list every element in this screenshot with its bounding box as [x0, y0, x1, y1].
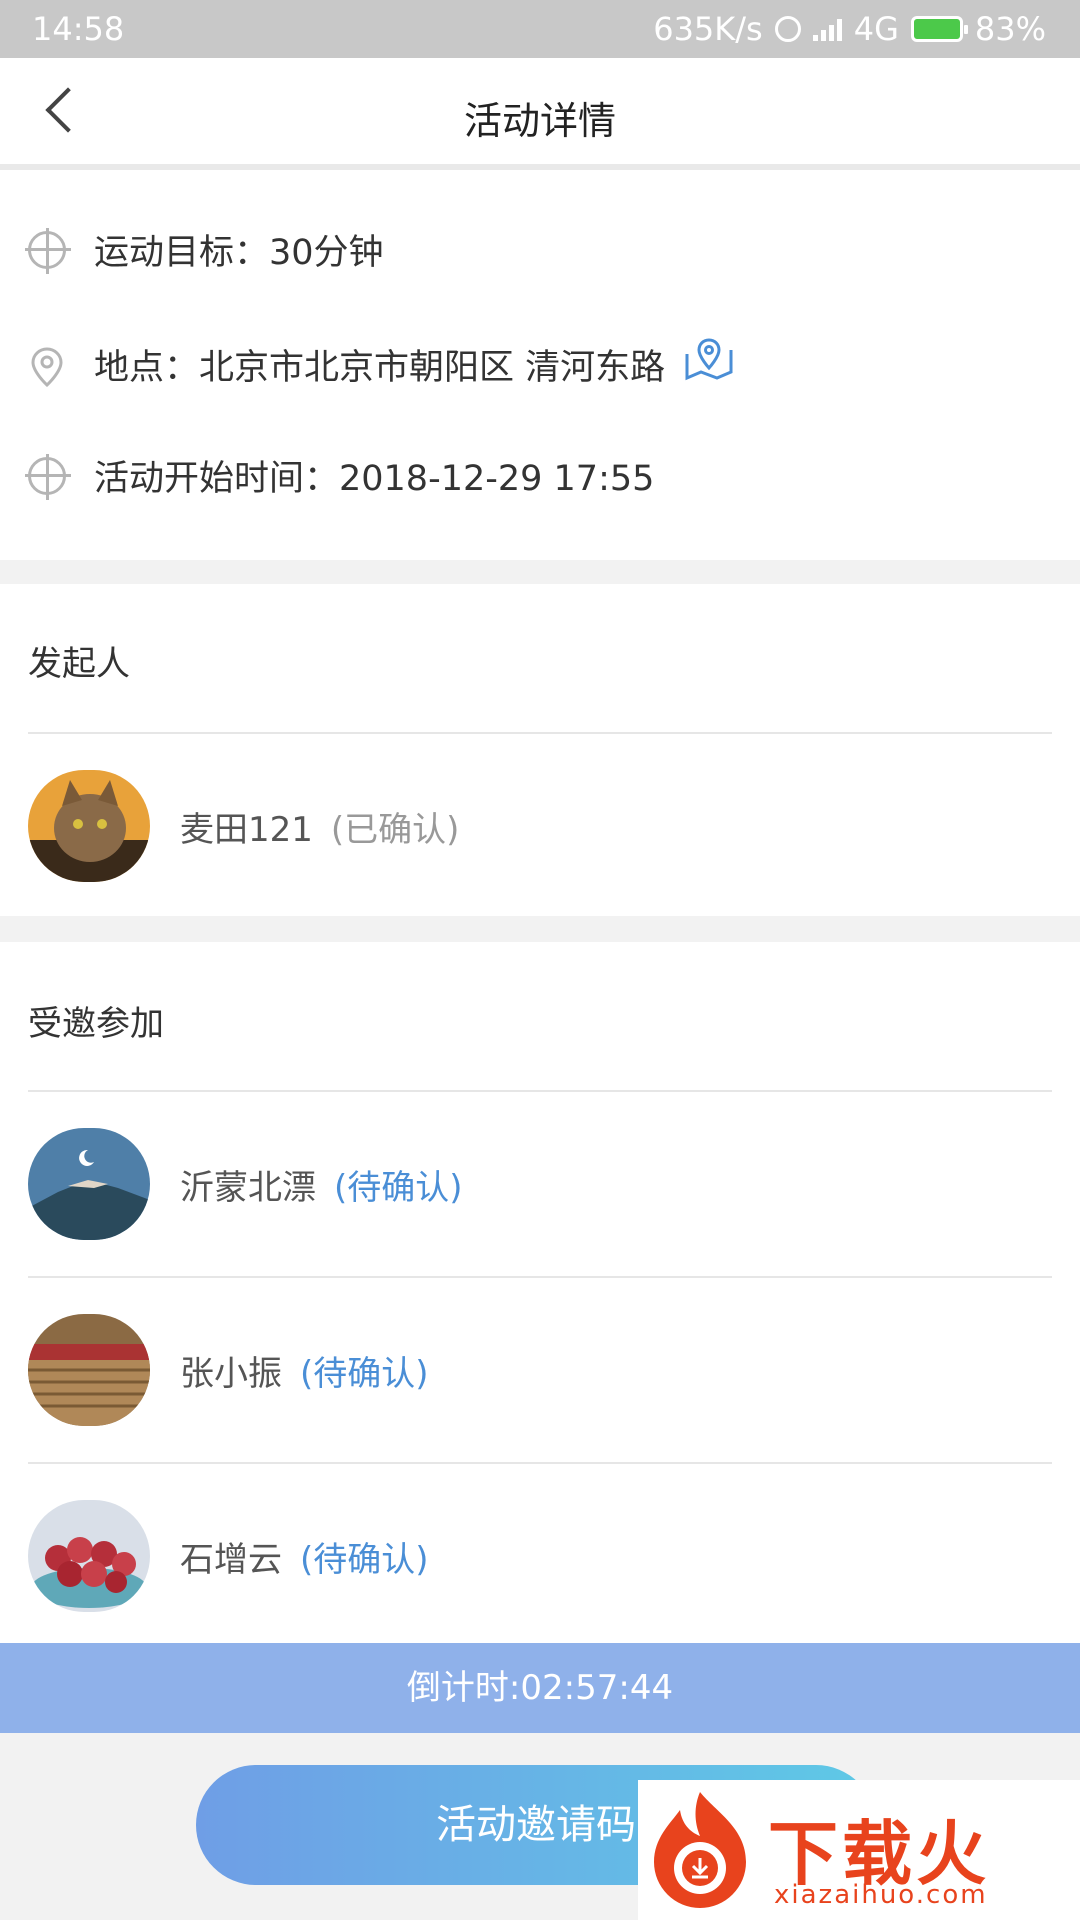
status-right: 635K/s 4G 83% — [653, 10, 1046, 48]
status-bar: 14:58 635K/s 4G 83% — [0, 0, 1080, 58]
map-icon[interactable] — [683, 338, 735, 391]
avatar — [28, 1128, 150, 1240]
signal-icon — [812, 17, 842, 41]
page-title: 活动详情 — [463, 99, 616, 143]
divider — [28, 1462, 1052, 1464]
activity-info: 运动目标：30分钟 地点：北京市北京市朝阳区 清河东路 活动开始时间：2018-… — [0, 170, 1080, 560]
status-time: 14:58 — [32, 10, 125, 48]
list-item[interactable]: 沂蒙北漂 (待确认) — [28, 1128, 463, 1240]
status-badge: (待确认) — [300, 1353, 429, 1394]
start-time-text: 活动开始时间：2018-12-29 17:55 — [94, 459, 655, 499]
list-item[interactable]: 石增云 (待确认) — [28, 1500, 429, 1612]
watermark-url: xiazaihuo.com — [774, 1880, 988, 1910]
invitee-name: 石增云 — [180, 1539, 282, 1580]
network-speed: 635K/s — [653, 10, 763, 48]
invitee-name: 张小振 — [180, 1353, 282, 1394]
location-text: 地点：北京市北京市朝阳区 清河东路 — [94, 348, 666, 388]
invitee-name: 沂蒙北漂 — [180, 1167, 316, 1208]
status-badge: (已确认) — [330, 809, 460, 850]
initiator-name: 麦田121 — [180, 809, 313, 850]
clock-target-icon — [25, 453, 71, 500]
countdown-bar: 倒计时:02:57:44 — [0, 1643, 1080, 1733]
alarm-icon — [774, 16, 801, 42]
goal-row: 运动目标：30分钟 — [25, 224, 384, 275]
initiator-title: 发起人 — [28, 644, 130, 684]
location-pin-icon — [28, 346, 66, 387]
initiator-row[interactable]: 麦田121 (已确认) — [28, 770, 459, 882]
list-item[interactable]: 张小振 (待确认) — [28, 1314, 429, 1426]
status-badge: (待确认) — [334, 1167, 463, 1208]
flame-logo-icon — [654, 1792, 746, 1908]
watermark: 下载火 xiazaihuo.com — [638, 1780, 1080, 1920]
target-icon — [25, 227, 71, 274]
avatar — [28, 1314, 150, 1426]
initiator-section: 发起人 麦田121 (已确认) — [0, 584, 1080, 916]
start-time-row: 活动开始时间：2018-12-29 17:55 — [25, 450, 655, 501]
divider — [28, 732, 1052, 734]
divider — [28, 1090, 1052, 1092]
divider — [28, 1276, 1052, 1278]
avatar — [28, 770, 150, 882]
network-type: 4G — [853, 10, 899, 48]
goal-text: 运动目标：30分钟 — [94, 233, 384, 273]
battery-icon — [910, 16, 968, 42]
header: 活动详情 — [0, 58, 1080, 170]
invited-title: 受邀参加 — [28, 1004, 164, 1044]
location-row: 地点：北京市北京市朝阳区 清河东路 — [28, 338, 735, 391]
invited-section: 受邀参加 沂蒙北漂 (待确认) 张小振 (待确认) 石增云 (待确认) — [0, 942, 1080, 1643]
status-badge: (待确认) — [300, 1539, 429, 1580]
avatar — [28, 1500, 150, 1612]
battery-level: 83% — [974, 10, 1046, 48]
